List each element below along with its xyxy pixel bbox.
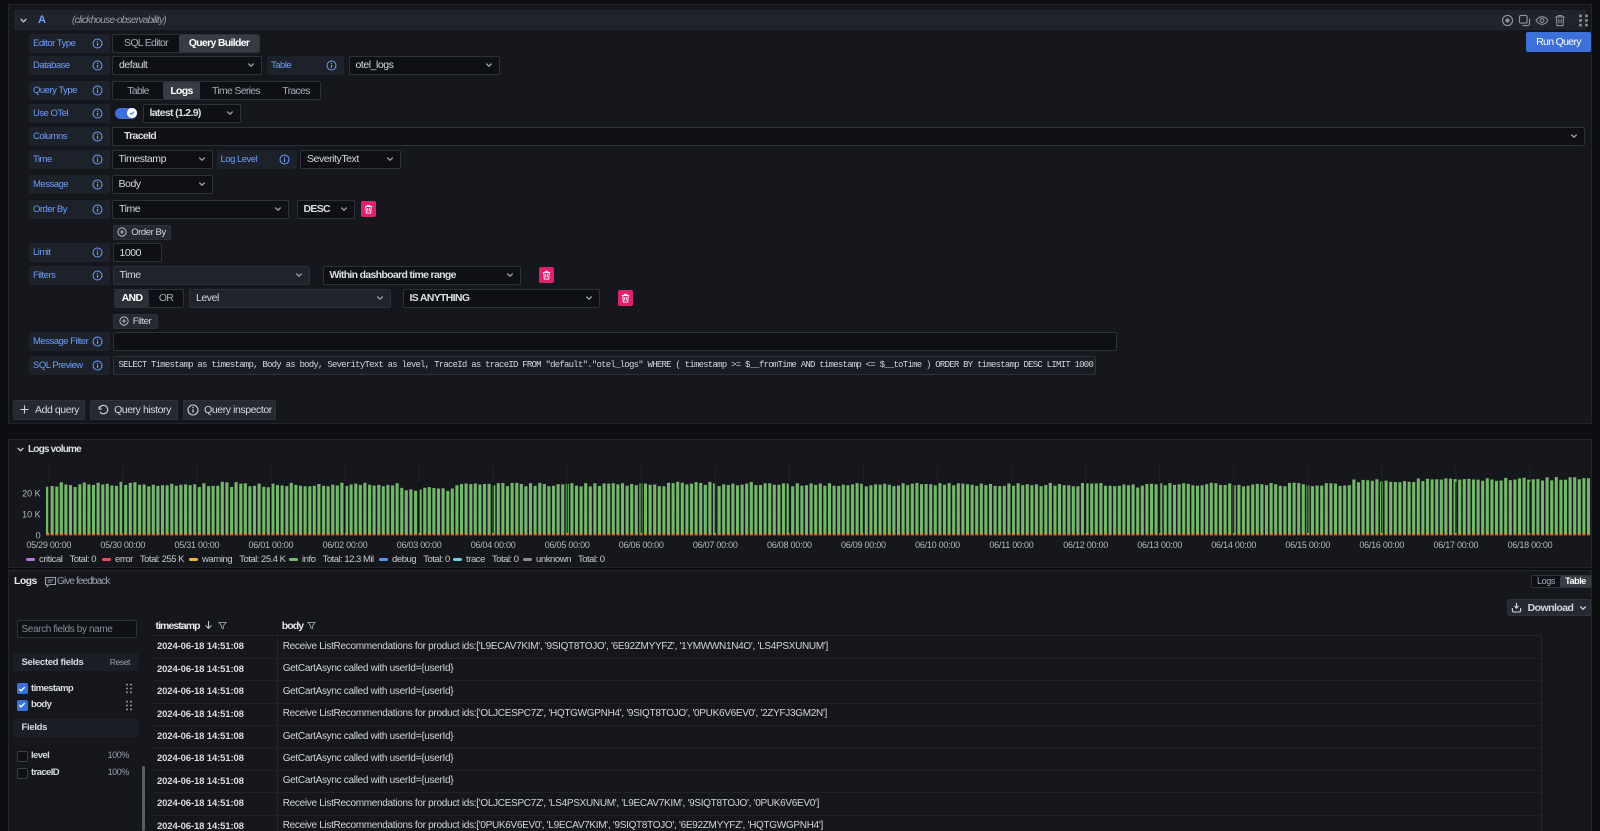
svg-text:05/30 00:00: 05/30 00:00 [100,540,145,550]
svg-text:20 K: 20 K [22,489,41,499]
svg-text:06/12 00:00: 06/12 00:00 [1063,540,1108,550]
svg-text:06/11 00:00: 06/11 00:00 [989,540,1033,550]
svg-text:06/02 00:00: 06/02 00:00 [323,540,368,550]
svg-text:06/18 00:00: 06/18 00:00 [1508,540,1553,550]
svg-text:05/29 00:00: 05/29 00:00 [26,540,71,550]
svg-text:06/04 00:00: 06/04 00:00 [471,540,516,550]
svg-text:06/10 00:00: 06/10 00:00 [915,540,960,550]
svg-text:05/31 00:00: 05/31 00:00 [175,540,220,550]
svg-text:06/08 00:00: 06/08 00:00 [767,540,812,550]
svg-text:06/13 00:00: 06/13 00:00 [1137,540,1182,550]
svg-text:06/16 00:00: 06/16 00:00 [1359,540,1404,550]
svg-text:06/09 00:00: 06/09 00:00 [841,540,886,550]
svg-text:06/15 00:00: 06/15 00:00 [1285,540,1330,550]
svg-text:06/07 00:00: 06/07 00:00 [693,540,738,550]
svg-text:0: 0 [36,531,41,541]
svg-text:06/17 00:00: 06/17 00:00 [1434,540,1479,550]
svg-text:06/03 00:00: 06/03 00:00 [397,540,442,550]
svg-text:06/14 00:00: 06/14 00:00 [1211,540,1256,550]
svg-text:06/01 00:00: 06/01 00:00 [249,540,294,550]
svg-text:06/05 00:00: 06/05 00:00 [545,540,590,550]
svg-text:10 K: 10 K [22,510,41,520]
svg-text:06/06 00:00: 06/06 00:00 [619,540,664,550]
